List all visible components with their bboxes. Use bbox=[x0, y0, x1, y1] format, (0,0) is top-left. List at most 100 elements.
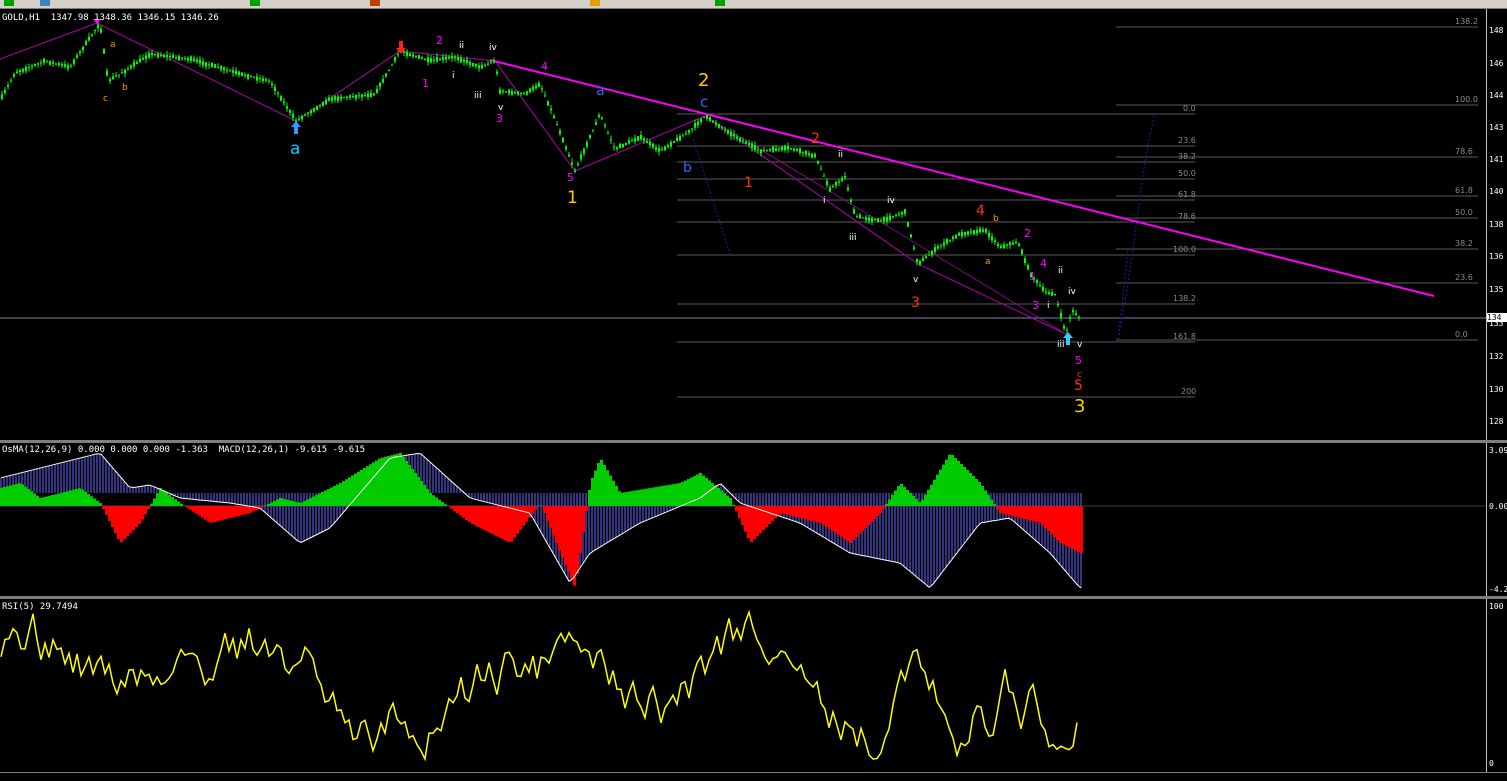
osma-scale[interactable] bbox=[1486, 443, 1507, 596]
candle-body bbox=[577, 164, 579, 165]
osma-bar bbox=[822, 506, 825, 525]
candle-body bbox=[886, 217, 888, 221]
candle-body bbox=[988, 233, 990, 237]
osma-bar bbox=[1071, 506, 1074, 549]
osma-bar bbox=[210, 506, 213, 523]
osma-bar bbox=[546, 506, 549, 521]
pencil-icon[interactable] bbox=[590, 0, 600, 6]
candle-body bbox=[496, 72, 498, 74]
osma-bar bbox=[675, 484, 678, 506]
chart-icon[interactable] bbox=[40, 0, 50, 6]
candle-body bbox=[838, 181, 840, 182]
osma-bar bbox=[999, 506, 1002, 513]
candle-body bbox=[505, 91, 507, 92]
candle-body bbox=[169, 56, 171, 57]
add-icon[interactable] bbox=[250, 0, 260, 6]
osma-bar bbox=[69, 491, 72, 507]
rsi-chart[interactable] bbox=[0, 599, 1507, 772]
candle-body bbox=[289, 110, 291, 113]
price-tick: 128 bbox=[1489, 417, 1503, 426]
osma-bar bbox=[648, 488, 651, 506]
osma-bar bbox=[456, 506, 459, 513]
osma-bar bbox=[219, 506, 222, 521]
osma-pane[interactable]: OsMA(12,26,9) 0.000 0.000 0.000 -1.363 M… bbox=[0, 443, 1507, 596]
candle-body bbox=[691, 129, 693, 130]
candle-body bbox=[961, 232, 963, 236]
osma-bar bbox=[591, 478, 594, 506]
candle-body bbox=[580, 155, 582, 160]
osma-bar bbox=[561, 506, 564, 558]
candle-body bbox=[4, 90, 6, 93]
osma-bar bbox=[564, 506, 567, 565]
rsi-scale[interactable] bbox=[1486, 599, 1507, 772]
osma-bar bbox=[405, 461, 408, 506]
osma-bar bbox=[645, 489, 648, 506]
candle-body bbox=[235, 71, 237, 74]
candle-body bbox=[424, 59, 426, 60]
autotrading-icon[interactable] bbox=[370, 0, 380, 6]
candle-body bbox=[583, 149, 585, 154]
candle-body bbox=[232, 70, 234, 73]
osma-bar bbox=[606, 470, 609, 506]
candle-body bbox=[721, 127, 723, 128]
candle-body bbox=[223, 68, 225, 70]
wave-label: 3 bbox=[911, 295, 920, 311]
osma-bar bbox=[3, 487, 6, 506]
price-chart[interactable] bbox=[0, 9, 1507, 440]
candle-body bbox=[967, 231, 969, 235]
candle-body bbox=[115, 76, 117, 77]
osma-bar bbox=[195, 506, 198, 514]
price-pane[interactable]: GOLD,H1 1347.98 1348.36 1346.15 1346.26 … bbox=[0, 9, 1507, 440]
fib-level-label: 0.0 bbox=[1455, 330, 1468, 339]
wave-label: 5 bbox=[567, 171, 574, 184]
osma-bar bbox=[996, 506, 999, 509]
candle-body bbox=[436, 57, 438, 62]
osma-chart[interactable] bbox=[0, 443, 1507, 596]
candle-body bbox=[550, 109, 552, 111]
osma-header: OsMA(12,26,9) 0.000 0.000 0.000 -1.363 M… bbox=[2, 445, 365, 455]
candle-body bbox=[664, 146, 666, 150]
candle-body bbox=[520, 93, 522, 94]
price-tick: 135 bbox=[1489, 285, 1503, 294]
candle-body bbox=[715, 123, 717, 125]
osma-bar bbox=[387, 456, 390, 506]
rsi-pane[interactable]: RSI(5) 29.7494 100 0 bbox=[0, 599, 1507, 772]
candle-body bbox=[124, 70, 126, 74]
wave-label: iii bbox=[849, 233, 857, 243]
candle-body bbox=[892, 216, 894, 217]
osma-bar bbox=[315, 495, 318, 506]
osma-bar bbox=[819, 506, 822, 523]
new-order-icon[interactable] bbox=[4, 0, 14, 6]
osma-bar bbox=[864, 506, 867, 528]
osma-bar bbox=[630, 491, 633, 506]
candle-body bbox=[799, 148, 801, 153]
candle-body bbox=[790, 148, 792, 149]
candle-body bbox=[403, 52, 405, 53]
candle-body bbox=[1063, 326, 1065, 329]
toolbar[interactable] bbox=[0, 0, 1507, 9]
candle-body bbox=[718, 124, 720, 127]
osma-bar bbox=[948, 455, 951, 506]
candle-body bbox=[391, 65, 393, 66]
candle-body bbox=[538, 83, 540, 87]
candle-body bbox=[1045, 291, 1047, 292]
osma-bar bbox=[1023, 506, 1026, 519]
osma-bar bbox=[1068, 506, 1071, 548]
osma-bar bbox=[663, 486, 666, 506]
osma-bar bbox=[531, 506, 534, 514]
candle-body bbox=[1078, 317, 1080, 318]
osma-bar bbox=[654, 487, 657, 506]
candle-body bbox=[328, 97, 330, 101]
candle-body bbox=[643, 138, 645, 140]
osma-bar bbox=[213, 506, 216, 522]
candle-body bbox=[226, 70, 228, 71]
osma-bar bbox=[132, 506, 135, 530]
price-tick: 140 bbox=[1489, 187, 1503, 196]
wave-label: ii bbox=[838, 150, 843, 160]
osma-bar bbox=[1080, 506, 1083, 553]
osma-bar bbox=[204, 506, 207, 520]
zoom-in-icon[interactable] bbox=[715, 0, 725, 6]
osma-bar bbox=[780, 506, 783, 513]
candle-body bbox=[253, 77, 255, 78]
osma-bar bbox=[582, 506, 585, 532]
